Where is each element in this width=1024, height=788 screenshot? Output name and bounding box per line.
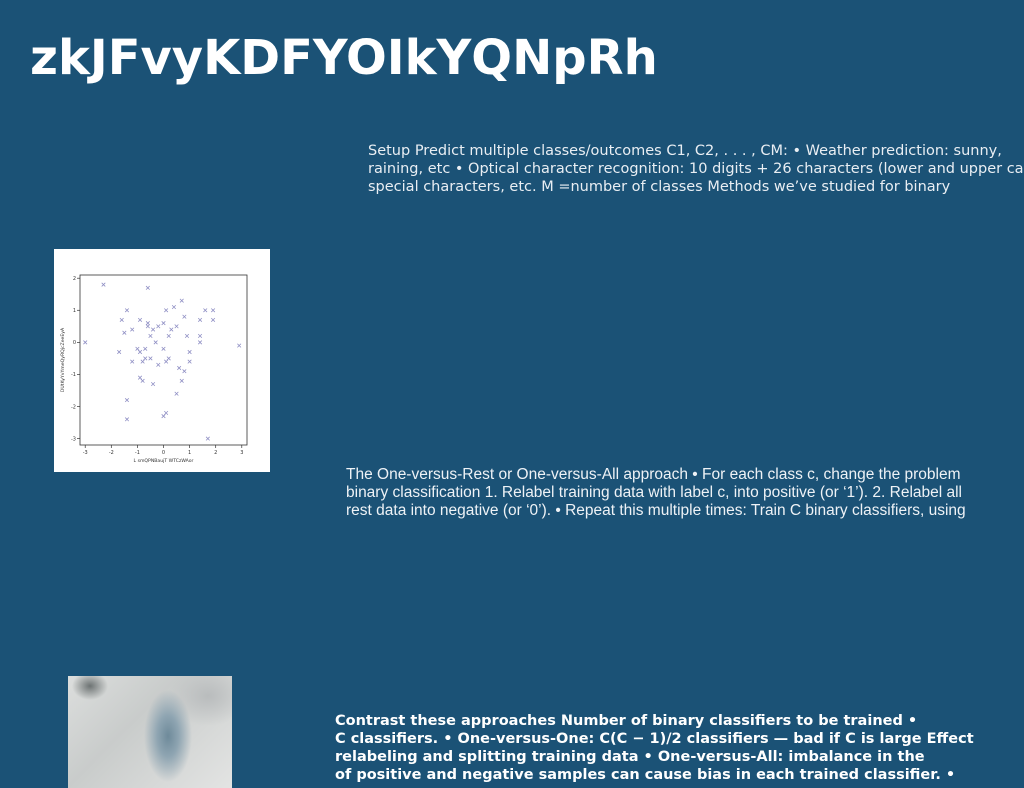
scatter-point [122, 330, 127, 335]
scatter-point [140, 359, 145, 364]
scatter-point [164, 359, 169, 364]
x-tick-label: -1 [135, 450, 140, 456]
scatter-point [140, 378, 145, 383]
x-tick-label: 0 [162, 450, 165, 456]
scatter-point [166, 333, 171, 339]
scatter-point [117, 349, 122, 355]
scatter-point [161, 321, 166, 326]
scatter-point [171, 304, 177, 310]
y-tick-label: 0 [73, 340, 76, 346]
scatter-point [197, 333, 203, 339]
paragraph-line: raining, etc • Optical character recogni… [368, 161, 1024, 177]
scatter-point [119, 317, 124, 322]
scatter-point [179, 378, 184, 383]
scatter-point [184, 333, 190, 339]
scatter-point [164, 308, 169, 313]
scatter-point [187, 359, 192, 364]
scatter-point [197, 317, 203, 322]
scatter-plot-figure: -3 -2 -1 0 1 2 3 -3 -2 -1 0 1 2 L smQPNBaujT WTCzWAor… [54, 249, 270, 472]
photo-image [68, 676, 232, 788]
paragraph-line: relabeling and splitting training data •… [335, 749, 925, 765]
one-versus-rest-paragraph: The One-versus-Rest or One-versus-All ap… [346, 466, 1016, 520]
x-tick-label: 1 [188, 450, 191, 456]
scatter-point [179, 298, 184, 303]
y-axis-label: DUtKyYvYmeQyRQjcZeeEyA [60, 327, 66, 392]
x-tick-label: 2 [214, 450, 217, 456]
scatter-point [135, 346, 140, 351]
scatter-point [153, 340, 158, 345]
scatter-point [124, 417, 130, 422]
scatter-point [210, 317, 216, 322]
scatter-point [187, 349, 192, 355]
scatter-point [161, 346, 166, 351]
scatter-point [161, 414, 166, 419]
scatter-point [150, 381, 156, 387]
scatter-point [174, 324, 179, 329]
scatter-point [203, 308, 208, 313]
scatter-point [148, 333, 153, 339]
plot-frame [79, 274, 248, 446]
scatter-point [130, 359, 135, 364]
scatter-point [156, 324, 161, 329]
scatter-point [169, 327, 174, 332]
x-tick-label: -3 [83, 450, 88, 456]
scatter-point [148, 356, 153, 361]
y-tick-label: -2 [71, 404, 76, 410]
scatter-point [210, 308, 216, 313]
scatter-point [145, 321, 150, 326]
scatter-point [182, 314, 187, 319]
y-tick-label: -3 [71, 436, 76, 442]
scatter-point [205, 436, 210, 441]
scatter-point [124, 308, 130, 313]
paragraph-line: Setup Predict multiple classes/outcomes … [368, 143, 1002, 159]
scatter-point [83, 340, 88, 345]
scatter-point [143, 356, 148, 361]
paragraph-line: The One-versus-Rest or One-versus-All ap… [346, 466, 961, 483]
scatter-point [137, 317, 143, 322]
scatter-point [197, 340, 203, 345]
scatter-point [164, 410, 169, 416]
scatter-point [177, 365, 182, 371]
scatter-point [237, 343, 242, 348]
setup-paragraph: Setup Predict multiple classes/outcomes … [368, 142, 1024, 196]
scatter-point [182, 369, 187, 374]
scatter-point [145, 324, 150, 329]
scatter-point [137, 349, 143, 355]
scatter-point [130, 327, 135, 332]
paragraph-line: Contrast these approaches Number of bina… [335, 713, 918, 729]
y-tick-label: -1 [71, 372, 76, 378]
scatter-point [137, 375, 143, 380]
x-axis-label: L smQPNBaujT WTCzWAor [134, 458, 194, 464]
x-tick-label: -2 [109, 450, 114, 456]
slide-title: zkJFvyKDFYOIkYQNpRh [30, 30, 658, 86]
scatter-point [166, 356, 171, 361]
paragraph-line: special characters, etc. M =number of cl… [368, 179, 951, 195]
scatter-plot: -3 -2 -1 0 1 2 3 -3 -2 -1 0 1 2 L smQPNBaujT WTCzWAor… [60, 274, 248, 464]
contrast-paragraph: Contrast these approaches Number of bina… [335, 712, 1015, 784]
paragraph-line: binary classification 1. Relabel trainin… [346, 484, 963, 501]
scatter-point [156, 362, 161, 367]
x-tick-label: 3 [240, 450, 243, 456]
scatter-point [101, 282, 106, 287]
scatter-point [150, 327, 156, 332]
y-tick-label: 2 [73, 276, 76, 282]
scatter-point [143, 346, 148, 351]
scatter-point [145, 285, 150, 290]
paragraph-line: of positive and negative samples can cau… [335, 767, 956, 783]
scatter-point [174, 391, 179, 396]
y-tick-label: 1 [73, 308, 76, 314]
scatter-point [124, 398, 130, 403]
paragraph-line: rest data into negative (or ‘0’). • Repe… [346, 502, 966, 519]
paragraph-line: C classifiers. • One-versus-One: C(C − 1… [335, 731, 974, 747]
